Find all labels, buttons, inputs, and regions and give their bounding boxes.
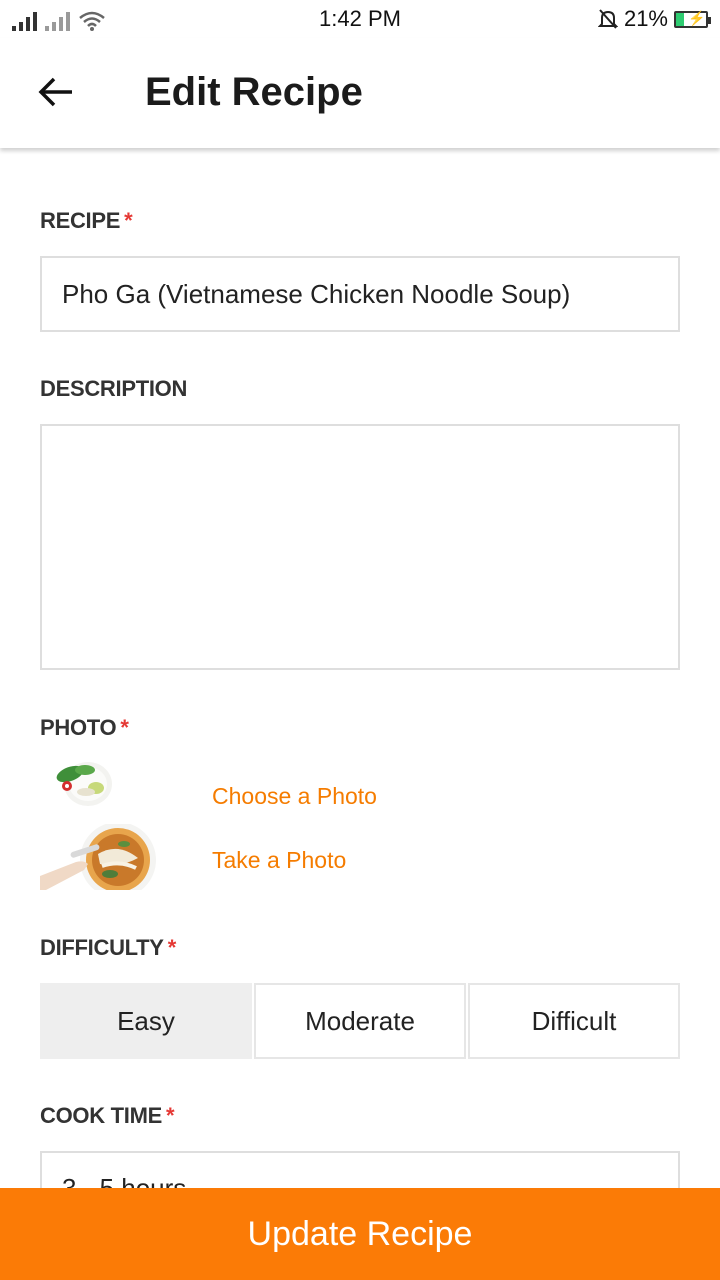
take-photo-link[interactable]: Take a Photo (212, 847, 346, 874)
page-title: Edit Recipe (145, 70, 363, 114)
required-mark: * (124, 208, 133, 233)
signal-secondary-icon (45, 11, 70, 31)
back-button[interactable] (36, 72, 76, 112)
photo-thumbnail-1 (40, 762, 160, 828)
required-mark: * (120, 715, 129, 740)
recipe-label: RECIPE * (40, 208, 133, 234)
difficulty-option-easy[interactable]: Easy (40, 983, 252, 1059)
required-mark: * (167, 935, 177, 960)
battery-percent: 21% (623, 6, 668, 31)
bell-muted-icon (597, 9, 618, 29)
difficulty-label-text: DIFFICULTY (40, 935, 164, 960)
edit-recipe-screen: 1:42 PM 21% ⚡ Edit Recipe RECIPE * Pho G… (0, 0, 720, 1280)
description-label: DESCRIPTION (40, 376, 187, 402)
herbs-plate-image (56, 762, 112, 806)
recipe-name-input[interactable] (40, 256, 680, 332)
soup-photo-thumbnail (40, 824, 160, 890)
pho-bowl-image (40, 824, 156, 890)
difficulty-option-difficult[interactable]: Difficult (468, 983, 680, 1059)
photo-label: PHOTO * (40, 715, 129, 741)
status-left (12, 7, 106, 31)
recipe-label-text: RECIPE (40, 208, 121, 233)
description-label-text: DESCRIPTION (40, 376, 188, 401)
choose-photo-link[interactable]: Choose a Photo (212, 783, 377, 810)
photo-thumbnail-2 (40, 824, 160, 890)
required-mark: * (165, 1103, 175, 1128)
arrow-left-icon (38, 77, 72, 107)
photo-label-text: PHOTO (40, 715, 117, 740)
herbs-photo-thumbnail (40, 762, 160, 828)
status-bar: 1:42 PM 21% ⚡ (0, 0, 720, 38)
update-recipe-button[interactable]: Update Recipe (0, 1188, 720, 1280)
description-input[interactable] (40, 424, 680, 670)
cook-time-label-text: COOK TIME (40, 1103, 162, 1128)
wifi-icon (79, 11, 105, 31)
battery-icon: ⚡ (674, 10, 711, 28)
app-bar: Edit Recipe (0, 38, 720, 148)
difficulty-selector: Easy Moderate Difficult (40, 983, 680, 1059)
difficulty-label: DIFFICULTY * (40, 935, 176, 961)
signal-icon (12, 11, 37, 31)
difficulty-option-moderate[interactable]: Moderate (254, 983, 466, 1059)
cook-time-label: COOK TIME * (40, 1103, 175, 1129)
status-right: 21% ⚡ (597, 6, 711, 32)
